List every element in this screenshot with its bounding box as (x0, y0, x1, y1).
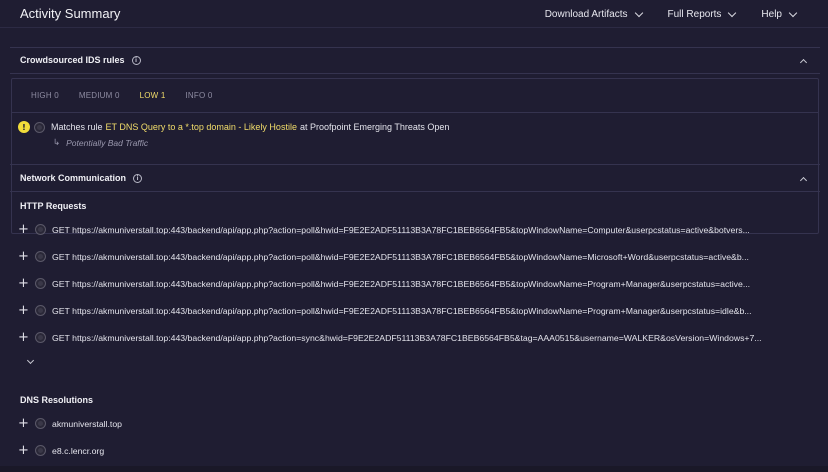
tab-medium[interactable]: MEDIUM 0 (79, 91, 120, 100)
rule-suffix: at Proofpoint Emerging Threats Open (299, 122, 450, 132)
download-artifacts-label: Download Artifacts (544, 8, 628, 20)
http-request-row[interactable]: + GET https://akmuniverstall.top:443/bac… (18, 304, 813, 317)
ids-rule-row: ! Matches rule ET DNS Query to a *.top d… (18, 121, 449, 133)
download-artifacts-menu[interactable]: Download Artifacts (544, 8, 643, 20)
dns-domain: akmuniverstall.top (52, 418, 123, 429)
collapse-network-button[interactable] (799, 175, 808, 185)
chevron-up-icon (799, 176, 808, 185)
divider (10, 73, 820, 74)
http-request-text: GET https://akmuniverstall.top:443/backe… (52, 224, 750, 235)
status-dot-icon (35, 332, 46, 343)
status-dot-icon (35, 278, 46, 289)
info-icon[interactable]: i (133, 173, 143, 183)
divider (10, 164, 820, 165)
page-title: Activity Summary (20, 6, 121, 21)
http-request-row[interactable]: + GET https://akmuniverstall.top:443/bac… (18, 250, 813, 263)
http-request-text: GET https://akmuniverstall.top:443/backe… (52, 251, 749, 262)
help-menu[interactable]: Help (761, 8, 798, 20)
expand-plus-icon[interactable]: + (18, 277, 33, 290)
http-request-text: GET https://akmuniverstall.top:443/backe… (52, 305, 752, 316)
http-request-row[interactable]: + GET https://akmuniverstall.top:443/bac… (18, 223, 813, 236)
show-more-button[interactable] (26, 355, 35, 365)
chevron-up-icon (799, 58, 808, 67)
status-dot-icon (34, 121, 45, 133)
http-request-text: GET https://akmuniverstall.top:443/backe… (52, 278, 751, 289)
full-reports-label: Full Reports (667, 8, 722, 20)
ids-section-header[interactable]: Crowdsourced IDS rules i (20, 55, 141, 65)
top-nav: Download Artifacts Full Reports Help (519, 0, 798, 28)
dns-resolutions-title: DNS Resolutions (20, 395, 94, 405)
ids-section-title: Crowdsourced IDS rules (20, 55, 125, 65)
top-bar: Activity Summary Download Artifacts Full… (0, 0, 828, 28)
expand-plus-icon[interactable]: + (18, 444, 33, 457)
collapse-ids-button[interactable] (799, 57, 808, 67)
sub-arrow-icon: ↳ (53, 137, 61, 147)
expand-plus-icon[interactable]: + (18, 304, 33, 317)
bottom-edge (0, 466, 828, 472)
network-section-header[interactable]: Network Communication i (20, 173, 143, 183)
expand-plus-icon[interactable]: + (18, 417, 33, 430)
rule-prefix: Matches rule (51, 122, 103, 132)
status-dot-icon (35, 418, 46, 429)
network-section-title: Network Communication (20, 173, 127, 183)
divider (10, 47, 820, 48)
severity-tabs: HIGH 0 MEDIUM 0 LOW 1 INFO 0 (11, 78, 819, 113)
chevron-down-icon (26, 356, 35, 365)
divider (10, 191, 820, 192)
expand-plus-icon[interactable]: + (18, 250, 33, 263)
dns-row[interactable]: + e8.c.lencr.org (18, 444, 813, 457)
status-dot-icon (35, 305, 46, 316)
chevron-down-icon (728, 8, 737, 17)
status-dot-icon (35, 224, 46, 235)
chevron-down-icon (634, 8, 643, 17)
dns-domain: e8.c.lencr.org (52, 445, 105, 456)
warning-icon: ! (18, 121, 30, 133)
full-reports-menu[interactable]: Full Reports (667, 8, 737, 20)
status-dot-icon (35, 251, 46, 262)
tab-low[interactable]: LOW 1 (140, 91, 166, 100)
info-icon[interactable]: i (131, 55, 141, 65)
dns-row[interactable]: + akmuniverstall.top (18, 417, 813, 430)
tab-info[interactable]: INFO 0 (186, 91, 213, 100)
http-requests-title: HTTP Requests (20, 201, 87, 211)
status-dot-icon (35, 445, 46, 456)
rule-link[interactable]: ET DNS Query to a *.top domain - Likely … (106, 122, 297, 132)
http-request-row[interactable]: + GET https://akmuniverstall.top:443/bac… (18, 277, 813, 290)
expand-plus-icon[interactable]: + (18, 223, 33, 236)
rule-category: Potentially Bad Traffic (66, 137, 149, 148)
rule-category-row: ↳ Potentially Bad Traffic (53, 137, 148, 148)
chevron-down-icon (788, 8, 798, 17)
http-request-text: GET https://akmuniverstall.top:443/backe… (52, 332, 762, 343)
help-label: Help (761, 8, 782, 20)
http-request-row[interactable]: + GET https://akmuniverstall.top:443/bac… (18, 331, 813, 344)
expand-plus-icon[interactable]: + (18, 331, 33, 344)
tab-high[interactable]: HIGH 0 (31, 91, 59, 100)
